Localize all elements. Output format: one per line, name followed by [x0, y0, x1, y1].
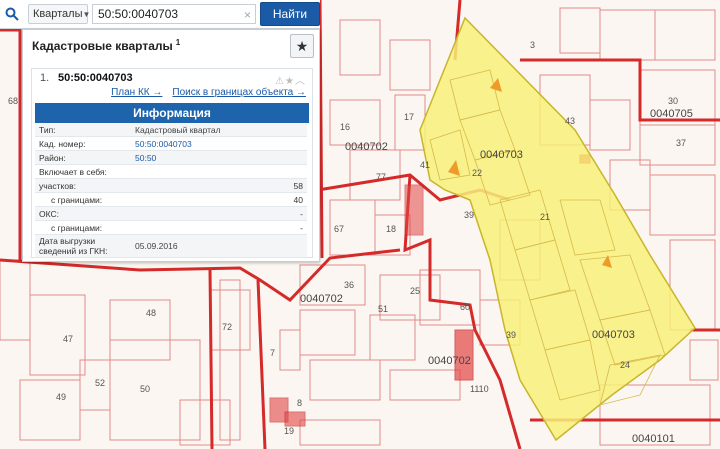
parcel-label: 19	[284, 426, 294, 436]
parcel-label: 3	[530, 40, 535, 50]
quarter-label: 0040702	[345, 141, 388, 153]
parcel-label: 49	[56, 392, 66, 402]
parcel-label: 67	[334, 224, 344, 234]
result-count: 1	[175, 37, 181, 47]
info-key: Район:	[35, 150, 131, 165]
favorite-star-button[interactable]: ★	[290, 34, 314, 58]
parcel-label: 60	[460, 302, 470, 312]
panel-title: Кадастровые кварталы 1	[32, 37, 181, 53]
quarter-label: 0040703	[480, 149, 523, 161]
info-key: с границами:	[35, 220, 203, 235]
parcel-label: 51	[378, 304, 388, 314]
parcel-label: 22	[472, 168, 482, 178]
parcel-label: 72	[222, 322, 232, 332]
info-value: 05.09.2016	[131, 234, 307, 258]
info-value: 58	[202, 178, 307, 193]
parcel-label: 18	[386, 224, 396, 234]
parcel-label: 8	[297, 398, 302, 408]
parcel-label: 77	[376, 172, 386, 182]
info-value-link[interactable]: 50:50	[131, 150, 307, 165]
info-value: -	[202, 206, 307, 221]
search-input[interactable]: 50:50:0040703 ×	[92, 4, 256, 24]
parcel-label: 48	[146, 308, 156, 318]
info-key: Дата выгрузки сведений из ГКН:	[35, 234, 131, 258]
parcel-label: 36	[344, 280, 354, 290]
parcel-label: 21	[540, 212, 550, 222]
search-type-label: Кварталы	[33, 8, 83, 20]
result-card: 1. 50:50:0040703 ⚠★︿ План КК → Поиск в г…	[31, 68, 313, 258]
result-links: План КК → Поиск в границах объекта →	[32, 87, 312, 101]
info-key: Кад. номер:	[35, 136, 131, 151]
info-key: Включает в себя:	[35, 164, 307, 179]
result-index: 1.	[40, 72, 50, 84]
chevron-down-icon: ▼	[82, 9, 91, 19]
panel-header: Кадастровые кварталы 1 ★	[23, 30, 319, 60]
quarter-label: 0040702	[428, 355, 471, 367]
info-value: Кадастровый квартал	[131, 123, 307, 137]
quarter-label: 0040705	[650, 108, 693, 120]
search-input-value: 50:50:0040703	[98, 7, 179, 21]
parcel-label: 25	[410, 286, 420, 296]
parcel-label: 17	[404, 112, 414, 122]
parcel-label: 47	[63, 334, 73, 344]
star-outline-icon: ★	[285, 76, 295, 87]
info-key: ОКС:	[35, 206, 203, 221]
parcel-label: 37	[676, 138, 686, 148]
chevron-up-icon: ︿	[295, 76, 306, 87]
info-key: участков:	[35, 178, 203, 193]
info-value: -	[202, 220, 307, 235]
results-panel: Кадастровые кварталы 1 ★ 1. 50:50:0040703…	[22, 29, 320, 262]
parcel-label: 68	[8, 96, 18, 106]
search-within-link[interactable]: Поиск в границах объекта →	[172, 87, 306, 101]
parcel-label: 7	[270, 348, 275, 358]
info-value: 40	[202, 192, 307, 207]
parcel-label: 41	[420, 160, 430, 170]
info-header: Информация	[35, 103, 309, 123]
search-icon[interactable]	[0, 0, 24, 28]
parcel-label: 16	[340, 122, 350, 132]
info-key: с границами:	[35, 192, 203, 207]
result-actions[interactable]: ⚠★︿	[275, 72, 306, 87]
info-table: Тип: Кадастровый квартал Кад. номер: 50:50…	[35, 123, 307, 258]
search-bar: Кварталы ▼ 50:50:0040703 × Найти	[0, 0, 320, 29]
search-type-select[interactable]: Кварталы ▼	[28, 4, 91, 24]
parcel-label: 52	[95, 378, 105, 388]
quarter-label: 0040703	[592, 329, 635, 341]
parcel-label: 39	[464, 210, 474, 220]
warning-icon: ⚠	[275, 76, 286, 87]
plan-link[interactable]: План КК →	[111, 87, 162, 101]
result-header[interactable]: 1. 50:50:0040703 ⚠★︿	[32, 69, 312, 87]
parcel-label: 50	[140, 384, 150, 394]
quarter-label: 0040702	[300, 293, 343, 305]
info-value-link[interactable]: 50:50:0040703	[131, 136, 307, 151]
parcel-label: 24	[620, 360, 630, 370]
parcel-label: 1110	[470, 384, 489, 394]
star-icon: ★	[295, 37, 309, 54]
parcel-label: 43	[565, 116, 575, 126]
parcel-label: 30	[668, 96, 678, 106]
parcel-label: 39	[506, 330, 516, 340]
close-icon[interactable]: ×	[244, 8, 251, 22]
result-cadastral-number: 50:50:0040703	[58, 72, 133, 84]
quarter-label: 0040101	[632, 433, 675, 445]
find-button[interactable]: Найти	[260, 2, 320, 26]
info-key: Тип:	[35, 123, 131, 137]
